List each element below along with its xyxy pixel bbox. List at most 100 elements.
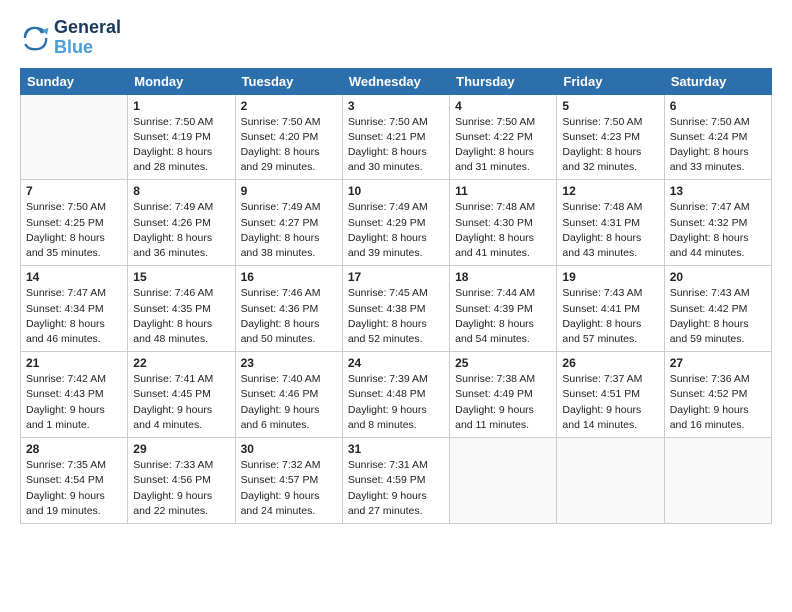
day-number: 27 xyxy=(670,356,766,370)
weekday-monday: Monday xyxy=(128,68,235,94)
calendar-cell: 19 Sunrise: 7:43 AMSunset: 4:41 PMDaylig… xyxy=(557,266,664,352)
week-row-3: 14 Sunrise: 7:47 AMSunset: 4:34 PMDaylig… xyxy=(21,266,772,352)
day-number: 19 xyxy=(562,270,658,284)
week-row-1: 1 Sunrise: 7:50 AMSunset: 4:19 PMDayligh… xyxy=(21,94,772,180)
day-number: 8 xyxy=(133,184,229,198)
day-info: Sunrise: 7:42 AMSunset: 4:43 PMDaylight:… xyxy=(26,372,122,433)
day-number: 12 xyxy=(562,184,658,198)
day-info: Sunrise: 7:50 AMSunset: 4:21 PMDaylight:… xyxy=(348,115,444,176)
day-number: 11 xyxy=(455,184,551,198)
day-number: 9 xyxy=(241,184,337,198)
day-info: Sunrise: 7:50 AMSunset: 4:25 PMDaylight:… xyxy=(26,200,122,261)
calendar-table: SundayMondayTuesdayWednesdayThursdayFrid… xyxy=(20,68,772,524)
calendar-cell: 28 Sunrise: 7:35 AMSunset: 4:54 PMDaylig… xyxy=(21,438,128,524)
day-info: Sunrise: 7:49 AMSunset: 4:29 PMDaylight:… xyxy=(348,200,444,261)
day-number: 28 xyxy=(26,442,122,456)
day-info: Sunrise: 7:45 AMSunset: 4:38 PMDaylight:… xyxy=(348,286,444,347)
week-row-5: 28 Sunrise: 7:35 AMSunset: 4:54 PMDaylig… xyxy=(21,438,772,524)
header: General Blue xyxy=(20,18,772,58)
day-number: 15 xyxy=(133,270,229,284)
calendar-cell: 9 Sunrise: 7:49 AMSunset: 4:27 PMDayligh… xyxy=(235,180,342,266)
day-info: Sunrise: 7:50 AMSunset: 4:20 PMDaylight:… xyxy=(241,115,337,176)
calendar-cell: 6 Sunrise: 7:50 AMSunset: 4:24 PMDayligh… xyxy=(664,94,771,180)
day-number: 21 xyxy=(26,356,122,370)
day-info: Sunrise: 7:48 AMSunset: 4:30 PMDaylight:… xyxy=(455,200,551,261)
day-info: Sunrise: 7:47 AMSunset: 4:34 PMDaylight:… xyxy=(26,286,122,347)
weekday-friday: Friday xyxy=(557,68,664,94)
day-number: 26 xyxy=(562,356,658,370)
day-number: 4 xyxy=(455,99,551,113)
calendar-cell: 24 Sunrise: 7:39 AMSunset: 4:48 PMDaylig… xyxy=(342,352,449,438)
day-number: 25 xyxy=(455,356,551,370)
day-number: 31 xyxy=(348,442,444,456)
calendar-cell: 23 Sunrise: 7:40 AMSunset: 4:46 PMDaylig… xyxy=(235,352,342,438)
calendar-cell: 17 Sunrise: 7:45 AMSunset: 4:38 PMDaylig… xyxy=(342,266,449,352)
calendar-cell: 3 Sunrise: 7:50 AMSunset: 4:21 PMDayligh… xyxy=(342,94,449,180)
day-number: 2 xyxy=(241,99,337,113)
day-number: 29 xyxy=(133,442,229,456)
day-info: Sunrise: 7:47 AMSunset: 4:32 PMDaylight:… xyxy=(670,200,766,261)
day-number: 24 xyxy=(348,356,444,370)
weekday-tuesday: Tuesday xyxy=(235,68,342,94)
day-info: Sunrise: 7:38 AMSunset: 4:49 PMDaylight:… xyxy=(455,372,551,433)
calendar-cell: 26 Sunrise: 7:37 AMSunset: 4:51 PMDaylig… xyxy=(557,352,664,438)
calendar-cell: 7 Sunrise: 7:50 AMSunset: 4:25 PMDayligh… xyxy=(21,180,128,266)
day-number: 1 xyxy=(133,99,229,113)
calendar-cell: 15 Sunrise: 7:46 AMSunset: 4:35 PMDaylig… xyxy=(128,266,235,352)
calendar-cell: 31 Sunrise: 7:31 AMSunset: 4:59 PMDaylig… xyxy=(342,438,449,524)
day-info: Sunrise: 7:50 AMSunset: 4:19 PMDaylight:… xyxy=(133,115,229,176)
logo: General Blue xyxy=(20,18,121,58)
day-number: 16 xyxy=(241,270,337,284)
calendar-cell: 21 Sunrise: 7:42 AMSunset: 4:43 PMDaylig… xyxy=(21,352,128,438)
day-number: 20 xyxy=(670,270,766,284)
calendar-cell: 27 Sunrise: 7:36 AMSunset: 4:52 PMDaylig… xyxy=(664,352,771,438)
calendar-cell: 18 Sunrise: 7:44 AMSunset: 4:39 PMDaylig… xyxy=(450,266,557,352)
page-container: General Blue SundayMondayTuesdayWednesda… xyxy=(0,0,792,534)
calendar-cell: 29 Sunrise: 7:33 AMSunset: 4:56 PMDaylig… xyxy=(128,438,235,524)
calendar-cell xyxy=(664,438,771,524)
day-info: Sunrise: 7:43 AMSunset: 4:41 PMDaylight:… xyxy=(562,286,658,347)
day-number: 6 xyxy=(670,99,766,113)
day-info: Sunrise: 7:35 AMSunset: 4:54 PMDaylight:… xyxy=(26,458,122,519)
day-number: 17 xyxy=(348,270,444,284)
calendar-cell: 30 Sunrise: 7:32 AMSunset: 4:57 PMDaylig… xyxy=(235,438,342,524)
day-info: Sunrise: 7:50 AMSunset: 4:22 PMDaylight:… xyxy=(455,115,551,176)
day-info: Sunrise: 7:46 AMSunset: 4:36 PMDaylight:… xyxy=(241,286,337,347)
logo-text: General Blue xyxy=(54,18,121,58)
day-number: 7 xyxy=(26,184,122,198)
calendar-cell xyxy=(557,438,664,524)
calendar-cell: 16 Sunrise: 7:46 AMSunset: 4:36 PMDaylig… xyxy=(235,266,342,352)
day-number: 3 xyxy=(348,99,444,113)
day-info: Sunrise: 7:49 AMSunset: 4:26 PMDaylight:… xyxy=(133,200,229,261)
weekday-header-row: SundayMondayTuesdayWednesdayThursdayFrid… xyxy=(21,68,772,94)
calendar-cell: 2 Sunrise: 7:50 AMSunset: 4:20 PMDayligh… xyxy=(235,94,342,180)
weekday-saturday: Saturday xyxy=(664,68,771,94)
day-info: Sunrise: 7:39 AMSunset: 4:48 PMDaylight:… xyxy=(348,372,444,433)
calendar-cell: 25 Sunrise: 7:38 AMSunset: 4:49 PMDaylig… xyxy=(450,352,557,438)
day-info: Sunrise: 7:36 AMSunset: 4:52 PMDaylight:… xyxy=(670,372,766,433)
day-info: Sunrise: 7:37 AMSunset: 4:51 PMDaylight:… xyxy=(562,372,658,433)
calendar-cell: 10 Sunrise: 7:49 AMSunset: 4:29 PMDaylig… xyxy=(342,180,449,266)
day-info: Sunrise: 7:46 AMSunset: 4:35 PMDaylight:… xyxy=(133,286,229,347)
calendar-cell: 20 Sunrise: 7:43 AMSunset: 4:42 PMDaylig… xyxy=(664,266,771,352)
day-number: 14 xyxy=(26,270,122,284)
calendar-cell: 1 Sunrise: 7:50 AMSunset: 4:19 PMDayligh… xyxy=(128,94,235,180)
calendar-cell: 12 Sunrise: 7:48 AMSunset: 4:31 PMDaylig… xyxy=(557,180,664,266)
day-info: Sunrise: 7:44 AMSunset: 4:39 PMDaylight:… xyxy=(455,286,551,347)
calendar-cell xyxy=(450,438,557,524)
calendar-cell: 14 Sunrise: 7:47 AMSunset: 4:34 PMDaylig… xyxy=(21,266,128,352)
weekday-sunday: Sunday xyxy=(21,68,128,94)
calendar-cell: 8 Sunrise: 7:49 AMSunset: 4:26 PMDayligh… xyxy=(128,180,235,266)
day-info: Sunrise: 7:32 AMSunset: 4:57 PMDaylight:… xyxy=(241,458,337,519)
day-info: Sunrise: 7:48 AMSunset: 4:31 PMDaylight:… xyxy=(562,200,658,261)
calendar-cell: 22 Sunrise: 7:41 AMSunset: 4:45 PMDaylig… xyxy=(128,352,235,438)
day-info: Sunrise: 7:49 AMSunset: 4:27 PMDaylight:… xyxy=(241,200,337,261)
day-info: Sunrise: 7:50 AMSunset: 4:23 PMDaylight:… xyxy=(562,115,658,176)
calendar-cell: 11 Sunrise: 7:48 AMSunset: 4:30 PMDaylig… xyxy=(450,180,557,266)
calendar-cell: 5 Sunrise: 7:50 AMSunset: 4:23 PMDayligh… xyxy=(557,94,664,180)
logo-icon xyxy=(20,23,50,53)
day-info: Sunrise: 7:40 AMSunset: 4:46 PMDaylight:… xyxy=(241,372,337,433)
day-number: 22 xyxy=(133,356,229,370)
day-info: Sunrise: 7:41 AMSunset: 4:45 PMDaylight:… xyxy=(133,372,229,433)
calendar-cell xyxy=(21,94,128,180)
